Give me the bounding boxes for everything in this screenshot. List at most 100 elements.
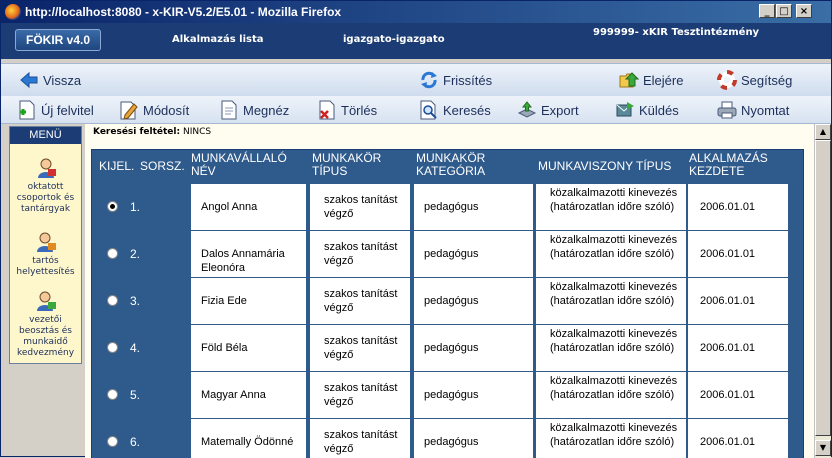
content-area: Keresési feltétel: NINCS KIJEL. SORSZ. M…: [85, 124, 814, 458]
column-header-job-type: MUNKAKÖR TÍPUS: [312, 151, 382, 178]
minimize-button[interactable]: _: [759, 4, 775, 18]
row-number: 3.: [130, 294, 141, 308]
edit-pencil-icon: [120, 101, 138, 120]
cell-job-category: pedagógus: [424, 436, 479, 448]
menu-item-leadership[interactable]: vezetői beosztás és munkaidő kedvezmény: [10, 290, 81, 359]
delete-label: Törlés: [341, 102, 378, 118]
delete-button[interactable]: Törlés: [317, 100, 377, 120]
help-label: Segítség: [741, 72, 793, 88]
firefox-icon: [5, 4, 21, 20]
row-select-radio[interactable]: [107, 248, 118, 259]
column-header-select: KIJEL.: [99, 159, 135, 173]
table-cell: pedagógus: [414, 184, 533, 230]
table-cell: pedagógus: [414, 372, 533, 418]
view-button[interactable]: Megnéz: [219, 100, 289, 120]
new-record-button[interactable]: Új felvitel: [17, 100, 94, 120]
help-button[interactable]: Segítség: [717, 70, 792, 90]
table-cell: 2006.01.01: [688, 419, 788, 458]
refresh-button[interactable]: Frissítés: [419, 70, 492, 90]
filter-label: Keresési feltétel:: [93, 127, 181, 137]
menu-item-long-substitution[interactable]: tartós helyettesítés: [10, 231, 81, 278]
cell-employment-type: közalkalmazotti kinevezés (határozatlan …: [550, 234, 678, 260]
row-number: 1.: [130, 200, 141, 214]
scrollbar-thumb[interactable]: [815, 140, 831, 436]
cell-job-category: pedagógus: [424, 342, 479, 354]
table-cell: 2006.01.01: [688, 278, 788, 324]
app-header: FÖKIR v4.0 Alkalmazás lista igazgato-iga…: [1, 23, 831, 59]
table-cell: Dalos Annamária Eleonóra: [191, 231, 306, 277]
go-to-start-button[interactable]: Elejére: [619, 70, 683, 90]
cell-employment-type: közalkalmazotti kinevezés (határozatlan …: [550, 281, 678, 307]
table-cell: 2006.01.01: [688, 372, 788, 418]
cell-job-type: szakos tanítást végző: [324, 241, 398, 267]
vertical-scrollbar[interactable]: ▲ ▼: [814, 124, 831, 458]
cell-job-type: szakos tanítást végző: [324, 194, 398, 220]
export-button[interactable]: Export: [517, 100, 579, 120]
cell-employment-type: közalkalmazotti kinevezés (határozatlan …: [550, 187, 678, 213]
leader-person-icon: [36, 291, 56, 311]
table-cell: közalkalmazotti kinevezés (határozatlan …: [536, 419, 686, 458]
table-cell: közalkalmazotti kinevezés (határozatlan …: [536, 231, 686, 277]
row-select-radio[interactable]: [107, 342, 118, 353]
search-filter: Keresési feltétel: NINCS: [93, 127, 211, 137]
table-cell: pedagógus: [414, 419, 533, 458]
menu-title: MENÜ: [10, 127, 81, 144]
back-button[interactable]: Vissza: [19, 70, 81, 90]
cell-job-category: pedagógus: [424, 389, 479, 401]
window-title: http://localhost:8080 - x-KIR-V5.2/E5.01…: [25, 5, 342, 19]
row-select-radio[interactable]: [107, 436, 118, 447]
row-number: 2.: [130, 247, 141, 261]
print-button[interactable]: Nyomtat: [717, 100, 789, 120]
scroll-down-arrow-icon[interactable]: ▼: [815, 440, 831, 456]
cell-job-category: pedagógus: [424, 201, 479, 213]
menu-item-groups-subjects[interactable]: oktatott csoportok és tantárgyak: [10, 157, 81, 215]
table-row[interactable]: 6. Matemally Ödönné szakos tanítást végző p…: [92, 419, 796, 458]
substitute-person-icon: [36, 232, 56, 252]
new-record-label: Új felvitel: [41, 102, 94, 118]
table-cell: pedagógus: [414, 231, 533, 277]
action-toolbar: Új felvitel Módosít Megnéz Törlés Keresé…: [1, 96, 831, 124]
row-select-radio[interactable]: [107, 295, 118, 306]
table-row[interactable]: 4. Föld Béla szakos tanítást végző pedagógu…: [92, 325, 796, 372]
back-label: Vissza: [43, 72, 82, 88]
cell-employment-type: közalkalmazotti kinevezés (határozatlan …: [550, 328, 678, 354]
column-header-number: SORSZ.: [140, 159, 185, 173]
table-cell: 2006.01.01: [688, 325, 788, 371]
close-window-button[interactable]: ×: [796, 4, 812, 18]
row-select-radio[interactable]: [107, 201, 118, 212]
search-button[interactable]: Keresés: [419, 100, 491, 120]
side-menu: MENÜ oktatott csoportok és tantárgyak ta…: [9, 126, 82, 364]
modify-label: Módosít: [143, 102, 190, 118]
go-to-start-label: Elejére: [643, 72, 684, 88]
folder-up-icon: [619, 72, 639, 88]
cell-job-type: szakos tanítást végző: [324, 288, 398, 314]
menu-item-long-substitution-label: tartós helyettesítés: [16, 256, 75, 277]
app-logo: FÖKIR v4.0: [15, 29, 101, 51]
printer-icon: [717, 101, 737, 119]
maximize-button[interactable]: □: [776, 4, 792, 18]
export-label: Export: [541, 102, 579, 118]
view-label: Megnéz: [243, 102, 290, 118]
current-user: igazgato-igazgato: [343, 34, 445, 45]
table-row[interactable]: 3. Fizia Ede szakos tanítást végző pedagógu…: [92, 278, 796, 325]
navigation-toolbar: Vissza Frissítés Elejére Segítség: [1, 63, 831, 97]
table-cell: Föld Béla: [191, 325, 306, 371]
row-select-radio[interactable]: [107, 389, 118, 400]
browser-window: http://localhost:8080 - x-KIR-V5.2/E5.01…: [0, 0, 832, 458]
send-button[interactable]: Küldés: [615, 100, 679, 120]
cell-start-date: 2006.01.01: [700, 295, 756, 307]
table-row[interactable]: 1. Angol Anna szakos tanítást végző pedagóg…: [92, 184, 796, 231]
cell-employment-type: közalkalmazotti kinevezés (határozatlan …: [550, 422, 678, 448]
cell-job-type: szakos tanítást végző: [324, 429, 398, 455]
window-titlebar: http://localhost:8080 - x-KIR-V5.2/E5.01…: [1, 1, 831, 23]
cell-employment-type: közalkalmazotti kinevezés (határozatlan …: [550, 375, 678, 401]
table-cell: szakos tanítást végző: [310, 184, 410, 230]
column-header-employment-type: MUNKAVISZONY TÍPUS: [538, 159, 672, 173]
table-row[interactable]: 5. Magyar Anna szakos tanítást végző pedagó…: [92, 372, 796, 419]
table-row[interactable]: 2. Dalos Annamária Eleonóra szakos tanítás…: [92, 231, 796, 278]
modify-button[interactable]: Módosít: [119, 100, 189, 120]
scroll-up-arrow-icon[interactable]: ▲: [815, 124, 831, 140]
column-header-job-category: MUNKAKÖR KATEGÓRIA: [416, 151, 486, 178]
column-header-start-date: ALKALMAZÁS KEZDETE: [689, 151, 768, 178]
table-cell: közalkalmazotti kinevezés (határozatlan …: [536, 372, 686, 418]
